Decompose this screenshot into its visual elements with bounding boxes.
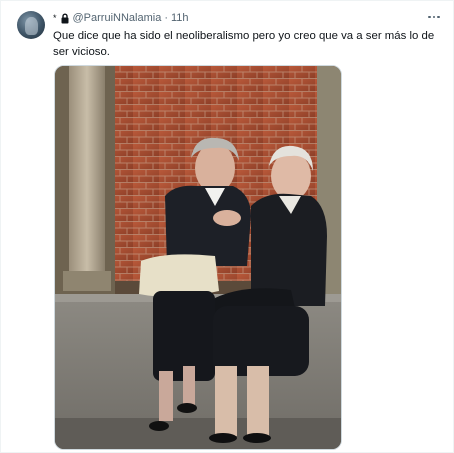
- more-icon[interactable]: [426, 10, 442, 24]
- avatar[interactable]: [17, 11, 45, 39]
- tweet-header: * @ParruiNNalamia · 11h: [53, 11, 189, 25]
- lock-icon: [61, 13, 69, 23]
- author-handle[interactable]: @ParruiNNalamia: [73, 12, 162, 24]
- tweet-photo[interactable]: [54, 65, 342, 450]
- photo-two-elderly-women: [55, 66, 341, 449]
- tweet-text: Que dice que ha sido el neoliberalismo p…: [53, 30, 435, 58]
- timestamp[interactable]: 11h: [171, 12, 189, 24]
- separator-dot: ·: [164, 12, 168, 24]
- author-emoji: *: [53, 13, 57, 23]
- tweet-card[interactable]: * @ParruiNNalamia · 11h Que dice que ha …: [0, 0, 454, 453]
